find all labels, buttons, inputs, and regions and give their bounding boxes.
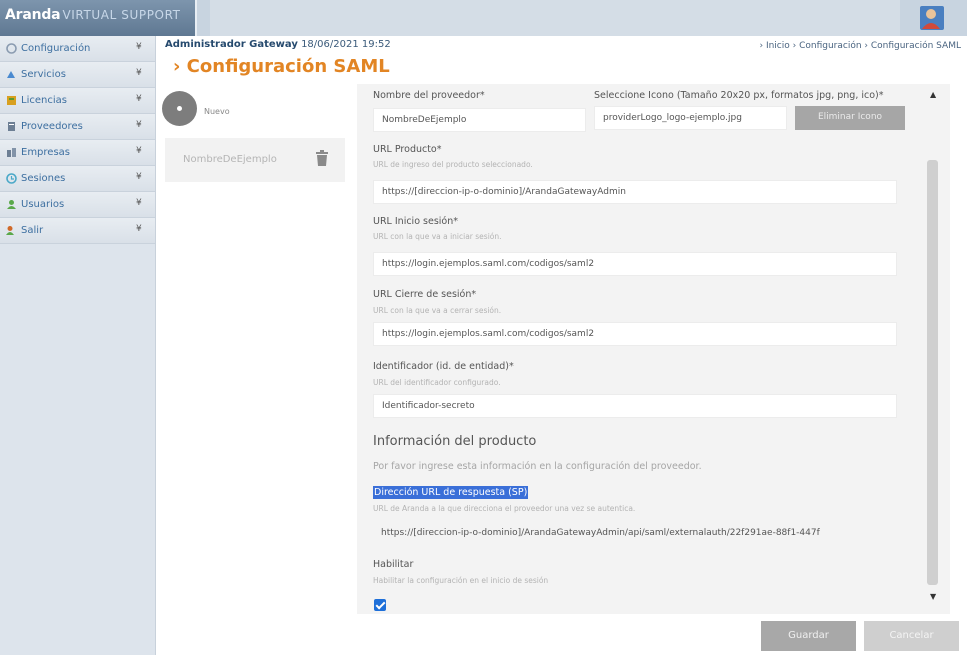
sidebar-item-configuracion[interactable]: Configuración ¥ [0, 36, 155, 62]
logout-url-label: URL Cierre de sesión* [373, 289, 477, 300]
sidebar-item-label: Licencias [21, 95, 67, 106]
cancel-button[interactable]: Cancelar [864, 621, 959, 651]
sidebar-item-licencias[interactable]: Licencias ¥ [0, 88, 155, 114]
logout-url-hint: URL con la que va a cerrar sesión. [373, 306, 502, 315]
sidebar-item-label: Proveedores [21, 121, 83, 132]
entity-id-input[interactable]: Identificador-secreto [373, 394, 897, 418]
saml-form-panel: Nombre del proveedor* NombreDeEjemplo Se… [357, 84, 950, 614]
provider-name: NombreDeEjemplo [183, 154, 277, 165]
product-info-desc: Por favor ingrese esta información en la… [373, 461, 702, 472]
top-bar: Aranda VIRTUAL SUPPORT [0, 0, 967, 36]
product-url-input[interactable]: https://[direccion-ip-o-dominio]/ArandaG… [373, 180, 897, 204]
product-url-hint: URL de ingreso del producto seleccionado… [373, 160, 533, 169]
expand-icon[interactable]: ¥ [136, 146, 142, 156]
sidebar-item-sesiones[interactable]: Sesiones ¥ [0, 166, 155, 192]
icon-select-label: Seleccione Icono (Tamaño 20x20 px, forma… [594, 90, 884, 101]
sidebar-item-proveedores[interactable]: Proveedores ¥ [0, 114, 155, 140]
reply-url-label: Dirección URL de respuesta (SP) [373, 486, 529, 499]
logout-url-input[interactable]: https://login.ejemplos.saml.com/codigos/… [373, 322, 897, 346]
users-icon [7, 200, 16, 209]
login-url-hint: URL con la que va a iniciar sesión. [373, 232, 502, 241]
reply-url-value[interactable]: https://[direccion-ip-o-dominio]/ArandaG… [381, 528, 820, 538]
settings-icon [6, 43, 17, 54]
scroll-down-arrow-icon[interactable]: ▼ [930, 592, 936, 601]
new-provider-button[interactable] [162, 91, 197, 126]
reply-url-hint: URL de Aranda a la que direcciona el pro… [373, 504, 636, 513]
admin-name: Administrador Gateway [165, 39, 298, 50]
expand-icon[interactable]: ¥ [136, 94, 142, 104]
scroll-up-arrow-icon[interactable]: ▲ [930, 90, 936, 99]
login-url-input[interactable]: https://login.ejemplos.saml.com/codigos/… [373, 252, 897, 276]
logo-main: Aranda [5, 7, 61, 23]
expand-icon[interactable]: ¥ [136, 68, 142, 78]
login-url-label: URL Inicio sesión* [373, 216, 458, 227]
sidebar-item-label: Servicios [21, 69, 66, 80]
app-logo: Aranda VIRTUAL SUPPORT [5, 7, 181, 23]
sidebar-item-label: Empresas [21, 147, 70, 158]
top-bar-band [210, 0, 900, 36]
providers-icon [8, 122, 15, 131]
session-datetime: 18/06/2021 19:52 [301, 39, 391, 50]
logo-area: Aranda VIRTUAL SUPPORT [0, 0, 197, 36]
admin-info: Administrador Gateway 18/06/2021 19:52 [165, 39, 391, 50]
expand-icon[interactable]: ¥ [136, 42, 142, 52]
save-button[interactable]: Guardar [761, 621, 856, 651]
trash-icon[interactable] [316, 150, 328, 166]
expand-icon[interactable]: ¥ [136, 224, 142, 234]
breadcrumb[interactable]: › Inicio › Configuración › Configuración… [759, 41, 961, 51]
sidebar-item-label: Configuración [21, 43, 91, 54]
sidebar-item-label: Usuarios [21, 199, 65, 210]
enable-hint: Habilitar la configuración en el inicio … [373, 576, 549, 585]
exit-icon [6, 226, 14, 235]
sidebar-item-servicios[interactable]: Servicios ¥ [0, 62, 155, 88]
sidebar-item-usuarios[interactable]: Usuarios ¥ [0, 192, 155, 218]
user-profile-icon[interactable] [919, 4, 945, 32]
delete-icon-button[interactable]: Eliminar Icono [795, 106, 905, 130]
logo-sub: VIRTUAL SUPPORT [62, 8, 181, 22]
sidebar-item-label: Salir [21, 225, 44, 236]
product-url-label: URL Producto* [373, 144, 442, 155]
expand-icon[interactable]: ¥ [136, 198, 142, 208]
enable-label: Habilitar [373, 559, 414, 570]
sidebar-item-label: Sesiones [21, 173, 66, 184]
services-icon [7, 71, 15, 78]
form-scrollbar[interactable]: ▲ ▼ [926, 84, 942, 614]
page-title: › Configuración SAML [173, 56, 390, 77]
entity-id-label: Identificador (id. de entidad)* [373, 361, 514, 372]
product-info-title: Información del producto [373, 434, 537, 449]
icon-file-input[interactable]: providerLogo_logo-ejemplo.jpg [594, 106, 787, 130]
sidebar-item-salir[interactable]: Salir ¥ [0, 218, 155, 244]
provider-card[interactable]: NombreDeEjemplo [165, 138, 345, 182]
expand-icon[interactable]: ¥ [136, 120, 142, 130]
sessions-icon [6, 173, 17, 184]
provider-name-label: Nombre del proveedor* [373, 90, 485, 101]
enable-checkbox[interactable] [374, 599, 386, 611]
sidebar: Configuración ¥ Servicios ¥ Licencias ¥ … [0, 36, 156, 655]
expand-icon[interactable]: ¥ [136, 172, 142, 182]
licenses-icon [7, 96, 16, 105]
sidebar-item-empresas[interactable]: Empresas ¥ [0, 140, 155, 166]
new-provider-label: Nuevo [204, 107, 230, 116]
companies-icon [7, 148, 16, 157]
reply-url-label-text: Dirección URL de respuesta (SP) [373, 486, 529, 499]
provider-name-input[interactable]: NombreDeEjemplo [373, 108, 586, 132]
entity-id-hint: URL del identificador configurado. [373, 378, 501, 387]
scrollbar-thumb[interactable] [927, 160, 938, 585]
